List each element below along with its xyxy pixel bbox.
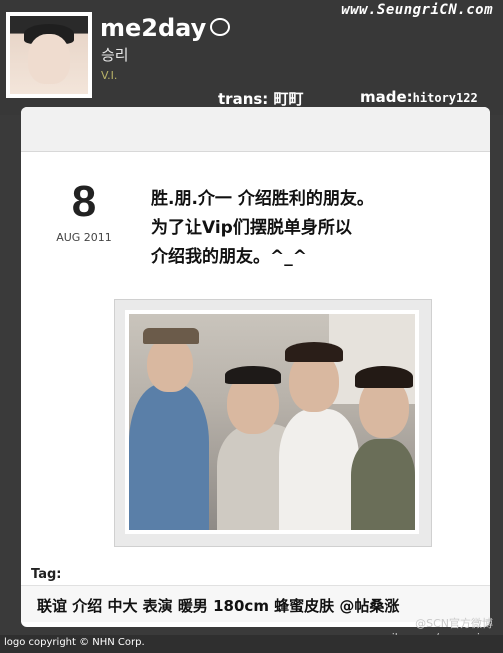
translator-credit: trans: 町町 [218,88,304,109]
photo-border [125,310,419,534]
trans-value: 町町 [273,90,304,108]
photo-frame [114,299,432,547]
brand-name: me2day [100,14,207,42]
trans-label: trans: [218,90,269,108]
post-date-month: AUG 2011 [56,231,112,244]
post-line: 胜.朋.介一 介绍胜利的朋友。 [151,189,374,209]
footer-bar: logo copyright © NHN Corp. [0,635,503,653]
speech-bubble-icon [210,18,231,36]
weibo-handle: @SCN官方微博 [415,617,493,630]
post-card: 8 AUG 2011 胜.朋.介一 介绍胜利的朋友。 为了让Vip们摆脱单身所以… [21,107,490,627]
copyright-text: logo copyright © NHN Corp. [4,637,145,648]
username[interactable]: 승리 [101,44,129,65]
tag-list[interactable]: 联谊 介绍 中大 表演 暖男 180cm 蜂蜜皮肤 @帖桑涨 [37,595,399,616]
made-value: hitory122 [412,91,478,105]
maker-credit: made:hitory122 [360,88,478,106]
post-photo[interactable] [129,314,415,530]
card-header-bar [21,107,490,152]
tag-label: Tag: [31,567,62,582]
site-watermark: www.SeungriCN.com [341,2,493,18]
made-label: made: [360,88,413,106]
avatar[interactable] [6,12,92,98]
post-line: 介绍我的朋友。^_^ [151,247,307,267]
user-role: V.I. [101,69,118,82]
brand-logo[interactable]: me2day [100,14,231,42]
avatar-image [10,16,88,94]
post-date-day: 8 [71,177,97,226]
post-line: 为了让Vip们摆脱单身所以 [151,218,352,238]
post-body: 胜.朋.介一 介绍胜利的朋友。 为了让Vip们摆脱单身所以 介绍我的朋友。^_^ [151,185,481,272]
